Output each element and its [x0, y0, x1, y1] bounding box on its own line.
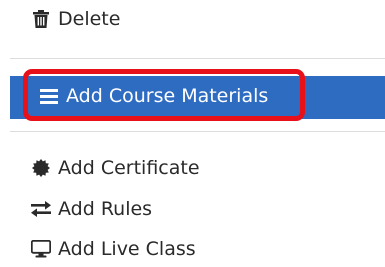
divider [10, 58, 385, 59]
divider [10, 131, 385, 132]
desktop-icon [30, 239, 52, 259]
bars-icon [38, 86, 60, 106]
menu-item-label: Add Course Materials [66, 85, 269, 107]
dropdown-menu: Delete Add Course Materials Add Certific… [0, 0, 385, 267]
menu-item-add-course-materials[interactable]: Add Course Materials [38, 85, 268, 107]
menu-item-label: Add Live Class [58, 238, 196, 260]
menu-item-label: Add Rules [58, 198, 153, 220]
certificate-icon [30, 158, 52, 178]
menu-item-add-rules[interactable]: Add Rules [30, 198, 152, 220]
exchange-icon [30, 199, 52, 219]
trash-icon [30, 9, 52, 29]
menu-item-add-live-class[interactable]: Add Live Class [30, 238, 196, 260]
menu-item-label: Delete [58, 8, 121, 30]
menu-item-add-certificate[interactable]: Add Certificate [30, 157, 200, 179]
menu-item-delete[interactable]: Delete [30, 8, 120, 30]
menu-item-label: Add Certificate [58, 157, 200, 179]
